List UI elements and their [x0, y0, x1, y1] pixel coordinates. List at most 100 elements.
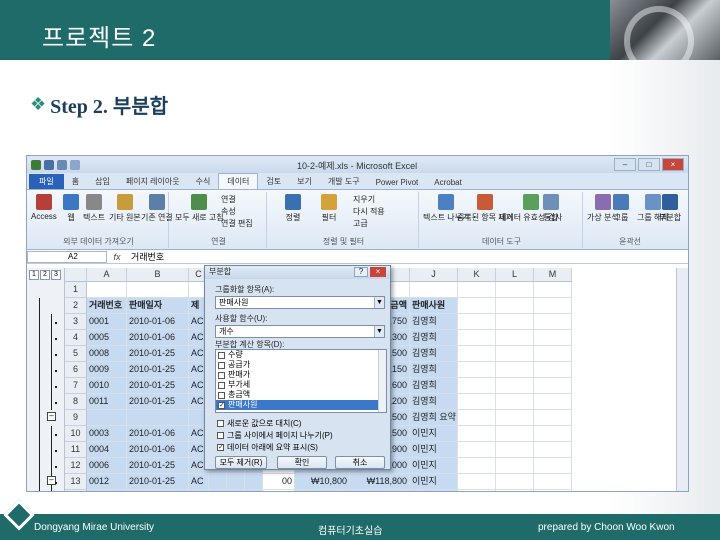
table-cell[interactable]: 2010-01-25 — [127, 378, 189, 394]
clear-button[interactable]: 지우기 — [353, 194, 375, 205]
vertical-scrollbar[interactable] — [676, 268, 688, 491]
outline-level-3[interactable]: 3 — [51, 270, 61, 280]
table-cell[interactable] — [87, 490, 127, 491]
dialog-close-button[interactable]: × — [370, 267, 386, 277]
edit-links-button[interactable]: 연결 편집 — [221, 218, 253, 229]
table-cell[interactable] — [496, 474, 534, 490]
table-cell[interactable]: 김영희 — [410, 314, 458, 330]
table-cell[interactable]: 이민지 — [410, 474, 458, 490]
table-cell[interactable]: 2010-01-25 — [127, 474, 189, 490]
checkbox[interactable] — [218, 361, 225, 369]
table-cell[interactable]: ₩118,800 — [350, 474, 410, 490]
table-cell[interactable]: 2010-01-25 — [127, 394, 189, 410]
outline-level-2[interactable]: 2 — [40, 270, 50, 280]
table-cell[interactable]: 김영희 — [410, 362, 458, 378]
table-cell[interactable] — [458, 474, 496, 490]
list-item[interactable]: ✓ 판매사원 — [216, 400, 386, 410]
row-header[interactable]: 5 — [65, 346, 87, 362]
list-item[interactable]: 수량 — [216, 350, 386, 360]
row-header[interactable]: 8 — [65, 394, 87, 410]
table-cell[interactable]: 0010 — [87, 378, 127, 394]
table-cell[interactable]: 2010-01-06 — [127, 426, 189, 442]
checkbox[interactable]: ✓ — [218, 401, 225, 409]
table-cell[interactable]: 2010-01-25 — [127, 458, 189, 474]
table-cell[interactable]: 0001 — [87, 314, 127, 330]
close-button[interactable]: × — [662, 158, 684, 171]
option-page-break[interactable]: 그룹 사이에서 페이지 나누기(P) — [217, 430, 333, 441]
checkbox[interactable] — [218, 391, 225, 399]
table-cell[interactable] — [534, 282, 572, 298]
row-header[interactable]: 9 — [65, 410, 87, 426]
table-cell[interactable] — [458, 346, 496, 362]
row-header[interactable]: 12 — [65, 458, 87, 474]
table-cell[interactable]: 0006 — [87, 458, 127, 474]
table-cell[interactable]: ₩673,200 — [350, 490, 410, 491]
list-item[interactable]: 공급가 — [216, 360, 386, 370]
table-cell[interactable] — [534, 394, 572, 410]
table-cell[interactable] — [189, 490, 209, 491]
checkbox[interactable] — [218, 381, 225, 389]
table-cell[interactable]: 00 — [263, 474, 295, 490]
table-cell[interactable]: 0012 — [87, 474, 127, 490]
table-cell[interactable] — [209, 474, 227, 490]
tab-insert[interactable]: 삽입 — [87, 174, 118, 189]
row-header[interactable]: 6 — [65, 362, 87, 378]
checkbox[interactable] — [218, 351, 225, 359]
table-cell[interactable]: 2010-01-06 — [127, 330, 189, 346]
table-cell[interactable] — [227, 474, 245, 490]
table-cell[interactable]: 0009 — [87, 362, 127, 378]
refresh-all-button[interactable]: 모두 새로 고침 — [175, 194, 224, 223]
web-button[interactable]: 웹 — [63, 194, 79, 223]
row-header[interactable]: 1 — [65, 282, 87, 298]
table-cell[interactable] — [496, 298, 534, 314]
tab-view[interactable]: 보기 — [289, 174, 320, 189]
minimize-button[interactable]: – — [614, 158, 636, 171]
option-summary-below[interactable]: ✓ 데이터 아래에 요약 표시(S) — [217, 442, 318, 453]
table-cell[interactable] — [534, 458, 572, 474]
table-cell[interactable] — [496, 426, 534, 442]
row-header[interactable]: 11 — [65, 442, 87, 458]
tab-page-layout[interactable]: 페이지 레이아웃 — [118, 174, 188, 189]
table-cell[interactable] — [87, 282, 127, 298]
table-cell[interactable] — [87, 410, 127, 426]
column-header-j[interactable]: J — [410, 268, 458, 282]
table-cell[interactable] — [534, 314, 572, 330]
access-button[interactable]: Access — [31, 194, 57, 221]
table-cell[interactable] — [458, 490, 496, 491]
table-cell[interactable]: 이민지 요약 — [410, 490, 458, 491]
table-cell[interactable]: 0011 — [87, 394, 127, 410]
table-cell[interactable] — [458, 394, 496, 410]
table-cell[interactable] — [458, 298, 496, 314]
table-cell[interactable]: 2010-01-25 — [127, 362, 189, 378]
table-cell[interactable] — [496, 458, 534, 474]
table-cell[interactable] — [458, 314, 496, 330]
other-sources-button[interactable]: 기타 원본 — [109, 194, 141, 223]
table-cell[interactable] — [496, 282, 534, 298]
row-header[interactable]: 4 — [65, 330, 87, 346]
table-cell[interactable]: 0005 — [87, 330, 127, 346]
list-item[interactable]: 총금액 — [216, 390, 386, 400]
select-all-corner[interactable] — [65, 268, 87, 282]
table-cell[interactable] — [245, 490, 263, 491]
table-cell[interactable]: 0003 — [87, 426, 127, 442]
redo-icon[interactable] — [70, 159, 80, 170]
table-cell[interactable] — [534, 298, 572, 314]
table-cell[interactable] — [127, 282, 189, 298]
outline-level-1[interactable]: 1 — [29, 270, 39, 280]
help-button[interactable]: ? — [354, 267, 368, 277]
table-cell[interactable] — [496, 314, 534, 330]
table-cell[interactable]: 이민지 — [410, 426, 458, 442]
table-cell[interactable] — [458, 282, 496, 298]
table-cell[interactable] — [410, 282, 458, 298]
fx-icon[interactable]: fx — [107, 252, 127, 262]
table-cell[interactable] — [496, 378, 534, 394]
table-cell[interactable] — [458, 458, 496, 474]
tab-file[interactable]: 파일 — [29, 174, 64, 189]
table-cell[interactable]: ₩61,200 — [295, 490, 350, 491]
group-button[interactable]: 그룹 — [613, 194, 629, 223]
table-cell[interactable] — [534, 490, 572, 491]
option-replace[interactable]: 새로운 값으로 대치(C) — [217, 418, 301, 429]
tab-home[interactable]: 홈 — [64, 174, 87, 189]
table-cell[interactable] — [496, 346, 534, 362]
table-cell[interactable] — [534, 442, 572, 458]
